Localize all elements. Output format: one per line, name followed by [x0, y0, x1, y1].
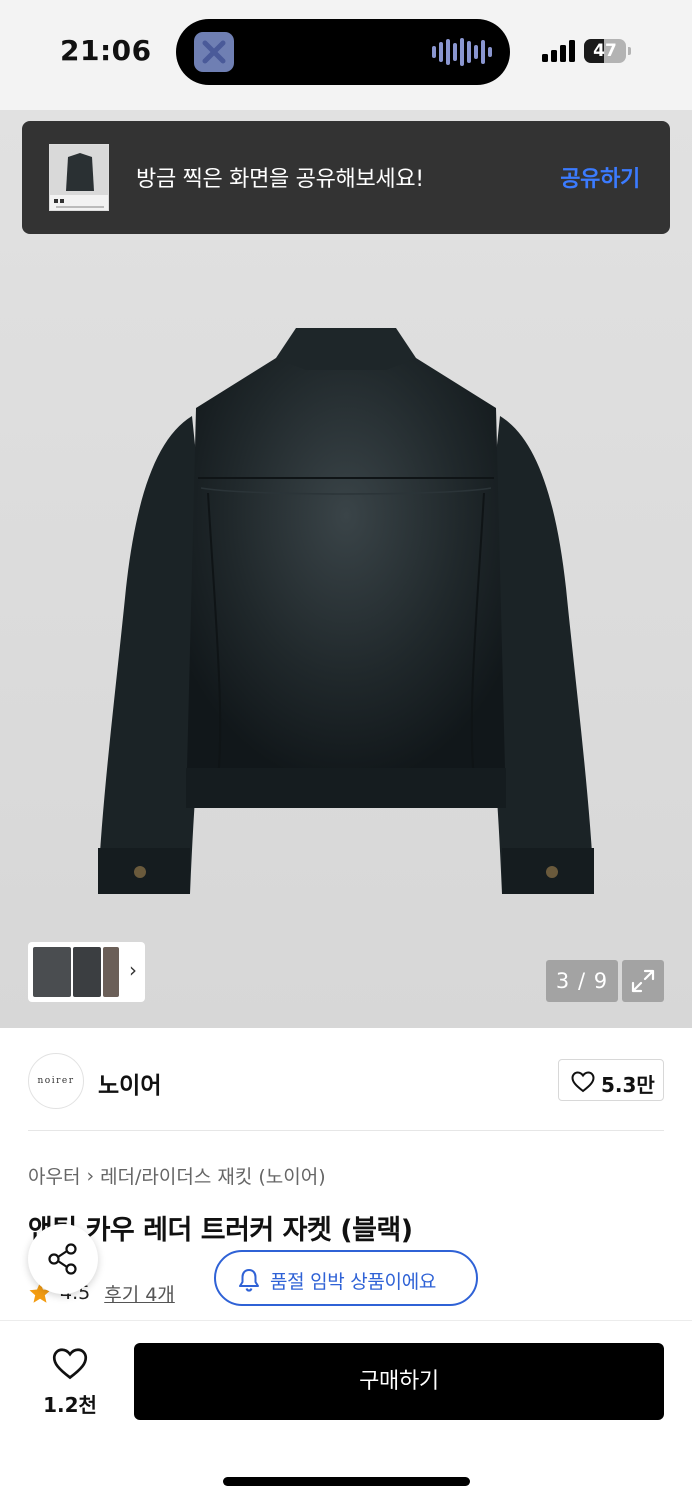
- screenshot-thumbnail[interactable]: [49, 144, 109, 211]
- home-indicator[interactable]: [223, 1477, 470, 1486]
- image-page-counter: 3 / 9: [546, 960, 618, 1002]
- thumbnail-1[interactable]: [33, 947, 71, 997]
- divider: [28, 1130, 664, 1131]
- share-icon: [48, 1243, 77, 1275]
- product-page: 21:06 47 › 3 / 9 방금 찍은 화면을 공유해보세요! 공유하기 …: [0, 0, 692, 1500]
- breadcrumb-subcategory[interactable]: 레더/라이더스 재킷 (노이어): [100, 1162, 326, 1189]
- share-action-button[interactable]: 공유하기: [560, 161, 640, 193]
- review-count-link[interactable]: 후기 4개: [104, 1280, 175, 1307]
- expand-icon: [631, 969, 655, 993]
- bell-icon: [239, 1269, 259, 1292]
- chevron-right-icon: ›: [86, 1164, 95, 1187]
- brand-logo[interactable]: noirer: [28, 1053, 84, 1109]
- audio-waveform-icon: [432, 37, 492, 67]
- low-stock-text: 품절 임박 상품이에요: [270, 1271, 437, 1293]
- thumbnail-3[interactable]: [103, 947, 119, 997]
- battery-percent: 47: [593, 41, 617, 61]
- status-bar: 21:06 47: [0, 0, 692, 110]
- wishlist-button[interactable]: 1.2천: [30, 1343, 110, 1423]
- chevron-right-icon: ›: [129, 958, 137, 982]
- brand-like-count: 5.3만: [601, 1073, 655, 1097]
- brand-like-button[interactable]: 5.3만: [558, 1059, 664, 1101]
- heart-icon: [571, 1071, 595, 1093]
- heart-icon: [52, 1348, 88, 1380]
- battery-icon: 47: [584, 39, 626, 63]
- product-photo-jacket: [98, 328, 594, 894]
- share-screenshot-toast: 방금 찍은 화면을 공유해보세요! 공유하기: [22, 121, 670, 234]
- gallery-thumbnail-strip[interactable]: ›: [28, 942, 145, 1002]
- status-time: 21:06: [60, 34, 152, 67]
- expand-button[interactable]: [622, 960, 664, 1002]
- wishlist-count: 1.2천: [43, 1393, 97, 1417]
- share-button[interactable]: [28, 1224, 98, 1294]
- bottom-action-bar: 1.2천 구매하기: [0, 1320, 692, 1500]
- buy-button[interactable]: 구매하기: [134, 1343, 664, 1420]
- product-image-gallery[interactable]: › 3 / 9: [0, 110, 692, 1028]
- breadcrumb-category[interactable]: 아우터: [28, 1162, 80, 1189]
- brand-name[interactable]: 노이어: [98, 1066, 161, 1100]
- thumbnail-2[interactable]: [73, 947, 101, 997]
- breadcrumb: 아우터 › 레더/라이더스 재킷 (노이어): [28, 1162, 326, 1189]
- toast-message: 방금 찍은 화면을 공유해보세요!: [136, 167, 424, 192]
- app-icon: [194, 32, 234, 72]
- dynamic-island[interactable]: [176, 19, 510, 85]
- low-stock-notice: 품절 임박 상품이에요: [214, 1250, 478, 1306]
- cellular-signal-icon: [542, 40, 576, 62]
- battery-cap: [628, 47, 631, 55]
